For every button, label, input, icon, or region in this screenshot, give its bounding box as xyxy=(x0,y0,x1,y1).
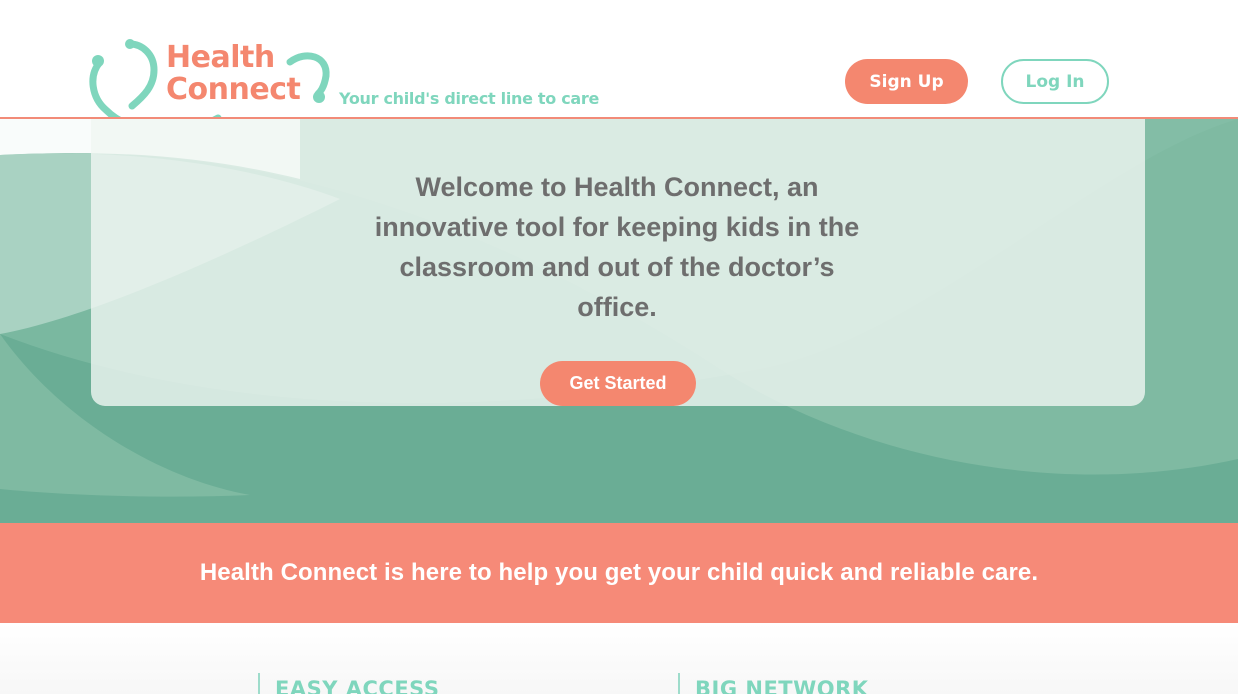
logo-word-connect: Connect xyxy=(166,72,301,107)
page: Health Connect Your child's direct line … xyxy=(0,0,1238,694)
tagline: Your child's direct line to care xyxy=(339,89,600,108)
sign-up-button[interactable]: Sign Up xyxy=(845,59,968,104)
get-started-button[interactable]: Get Started xyxy=(540,361,696,406)
info-banner: Health Connect is here to help you get y… xyxy=(0,523,1238,623)
feature-title: BIG NETWORK xyxy=(695,677,869,694)
banner-text: Health Connect is here to help you get y… xyxy=(199,559,1039,586)
features-section: EASY ACCESS BIG NETWORK xyxy=(0,623,1238,694)
header: Health Connect Your child's direct line … xyxy=(0,0,1238,135)
hero-welcome-text: Welcome to Health Connect, an innovative… xyxy=(374,172,860,322)
feature-easy-access: EASY ACCESS xyxy=(258,673,439,694)
hero-section: Welcome to Health Connect, an innovative… xyxy=(0,119,1238,523)
feature-title: EASY ACCESS xyxy=(275,677,440,694)
feature-big-network: BIG NETWORK xyxy=(678,673,869,694)
logo-word-health: Health xyxy=(166,40,275,75)
log-in-button[interactable]: Log In xyxy=(1001,59,1109,104)
